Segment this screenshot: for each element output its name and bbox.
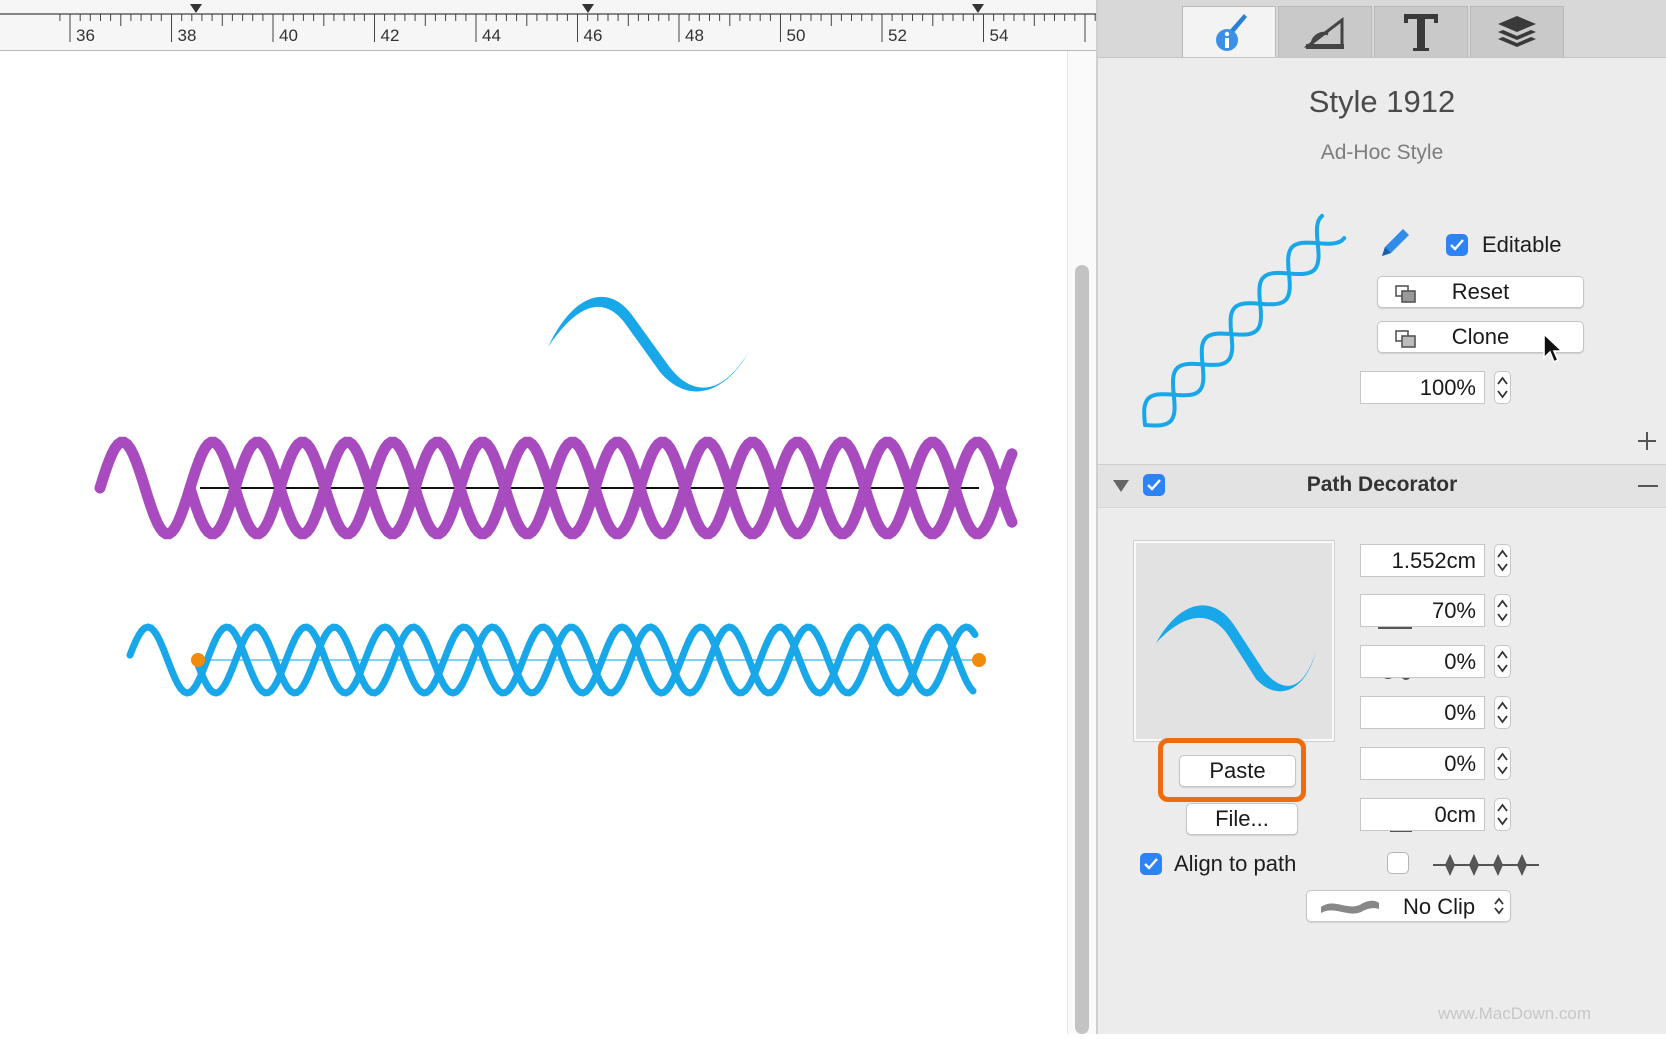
ruler-tick-marks	[59, 14, 1096, 42]
style-preview-swatch	[1142, 213, 1347, 428]
editable-label: Editable	[1482, 232, 1562, 257]
ruler-label: 48	[685, 26, 704, 45]
preview-strand-a	[1143, 236, 1347, 428]
clip-mode-popup[interactable]: No Clip	[1306, 890, 1511, 922]
checkmark-icon	[1450, 239, 1464, 251]
stamp-checkbox[interactable]	[1387, 852, 1409, 874]
clip-mode-label: No Clip	[1403, 894, 1476, 919]
spacing-stepper[interactable]	[1494, 544, 1511, 577]
taper-field[interactable]: 0%	[1360, 747, 1485, 780]
ruler-label: 52	[888, 26, 907, 45]
ruler-label: 54	[990, 26, 1009, 45]
inspector-tab-bar	[1098, 0, 1666, 58]
ruler-marker-left-margin[interactable]	[190, 4, 202, 13]
tab-text-inspector[interactable]	[1374, 6, 1468, 57]
file-button[interactable]: File...	[1186, 803, 1298, 835]
paste-button-label: Paste	[1209, 758, 1266, 783]
randomness-field[interactable]: 0%	[1360, 645, 1485, 678]
offset-stepper[interactable]	[1494, 798, 1511, 831]
ruler-ticks: 36 38 40 42 44 46 48 50 52 54	[0, 4, 1096, 45]
wave-motif-shape[interactable]	[548, 296, 750, 392]
style-name-title: Style 1912	[1308, 84, 1456, 119]
editable-checkbox[interactable]	[1446, 234, 1468, 256]
align-to-path-label: Align to path	[1174, 851, 1297, 876]
motif-preview-well[interactable]	[1134, 541, 1334, 741]
spacing-field[interactable]: 1.552cm	[1360, 544, 1485, 577]
tab-layers-inspector[interactable]	[1470, 6, 1564, 57]
ruler-marker-right-margin[interactable]	[972, 4, 984, 13]
path-decorator-title: Path Decorator	[1306, 473, 1458, 496]
text-t-icon	[1404, 14, 1438, 51]
brush-info-icon	[1216, 14, 1247, 51]
add-decorator-icon[interactable]	[1636, 430, 1658, 452]
scale-stepper[interactable]	[1494, 594, 1511, 627]
ruler-label: 40	[279, 26, 298, 45]
stepper-arrows-icon	[1497, 376, 1508, 399]
preview-strand-b	[1142, 213, 1324, 427]
style-kind-subtitle: Ad-Hoc Style	[1320, 141, 1444, 164]
stepper-arrows-icon	[1497, 701, 1508, 724]
opacity-field[interactable]: 100%	[1360, 371, 1485, 404]
randomness-stepper[interactable]	[1494, 645, 1511, 678]
clone-style-icon	[1395, 330, 1416, 348]
horizontal-ruler[interactable]: 36 38 40 42 44 46 48 50 52 54	[0, 0, 1096, 51]
tab-geometry-inspector[interactable]	[1278, 6, 1372, 57]
paste-button[interactable]: Paste	[1179, 755, 1296, 787]
layers-icon	[1498, 16, 1536, 47]
purple-decorated-path[interactable]	[94, 436, 1018, 540]
watermark: www.MacDown.com	[1438, 1004, 1592, 1023]
remove-decorator-icon[interactable]	[1638, 484, 1658, 488]
cyan-decorated-path[interactable]	[126, 623, 986, 697]
ruler-label: 38	[178, 26, 197, 45]
stepper-arrows-icon	[1497, 650, 1508, 673]
ruler-label: 42	[381, 26, 400, 45]
taper-stepper[interactable]	[1494, 747, 1511, 780]
stepper-arrows-icon	[1497, 549, 1508, 572]
pencil-icon	[1382, 229, 1409, 256]
stepper-arrows-icon	[1497, 752, 1508, 775]
opacity-stepper[interactable]	[1494, 371, 1511, 404]
ruler-marker-center[interactable]	[582, 4, 594, 13]
path-end-handle[interactable]	[972, 653, 986, 667]
mouse-cursor-icon	[1543, 332, 1564, 364]
stepper-arrows-icon	[1497, 599, 1508, 622]
path-decorator-section-header[interactable]: Path Decorator	[1098, 464, 1666, 508]
ruler-label: 44	[482, 26, 501, 45]
tab-style-inspector[interactable]	[1182, 6, 1276, 57]
file-button-label: File...	[1215, 806, 1269, 831]
clip-stroke-icon	[1321, 900, 1379, 914]
stepper-arrows-icon	[1497, 803, 1508, 826]
drawing-canvas[interactable]	[0, 51, 1067, 1034]
ruler-label: 50	[787, 26, 806, 45]
variation-field[interactable]: 0%	[1360, 696, 1485, 729]
align-to-path-checkbox[interactable]	[1140, 853, 1162, 875]
ruler-label: 36	[76, 26, 95, 45]
protractor-icon	[1303, 16, 1344, 49]
ruler-label: 46	[584, 26, 603, 45]
clone-button-label: Clone	[1451, 324, 1510, 349]
popup-arrows-icon	[1494, 897, 1504, 915]
copy-style-icon	[1395, 285, 1416, 303]
canvas-artwork	[94, 296, 1018, 697]
variation-stepper[interactable]	[1494, 696, 1511, 729]
reset-button-label: Reset	[1451, 279, 1510, 304]
motif-preview-wave	[1156, 605, 1316, 692]
path-start-handle[interactable]	[191, 653, 205, 667]
vertical-scrollbar-thumb[interactable]	[1075, 265, 1089, 1034]
offset-field[interactable]: 0cm	[1360, 798, 1485, 831]
reset-button[interactable]: Reset	[1377, 276, 1584, 308]
stamp-pattern-icon	[1433, 854, 1539, 876]
inspector-panel: Style 1912 Ad-Hoc Style Editable Reset C…	[1098, 0, 1666, 1034]
checkmark-icon	[1144, 858, 1158, 870]
scale-field[interactable]: 70%	[1360, 594, 1485, 627]
